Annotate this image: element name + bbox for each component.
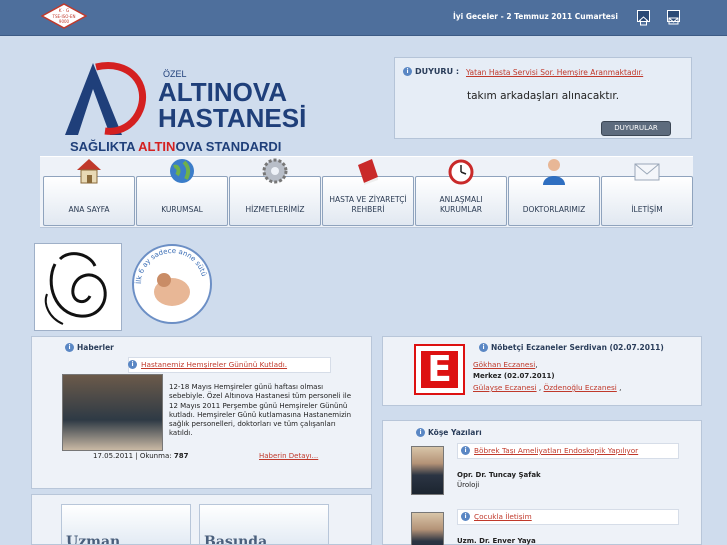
- announcement-box: i DUYURU : Yatan Hasta Servisi Sor. Hemşi…: [394, 57, 692, 139]
- announcement-label: i DUYURU :: [403, 67, 459, 76]
- promo-uzman[interactable]: Uzman: [61, 504, 191, 545]
- news-title: i Haberler: [65, 343, 114, 352]
- nav-label: İLETİŞİM: [631, 205, 663, 214]
- nav-label: HASTA VE ZİYARETÇİ REHBERİ: [329, 195, 407, 214]
- separator: ,: [536, 383, 544, 392]
- announcement-link[interactable]: Yatan Hasta Servisi Sor. Hemşire Aranmak…: [466, 68, 643, 77]
- mail-icon[interactable]: [667, 10, 680, 25]
- book-icon: [354, 157, 382, 185]
- column-link-2[interactable]: Çocukla İletişim: [474, 512, 532, 521]
- announcement-text: takım arkadaşları alınacaktır.: [467, 90, 620, 102]
- nav-label: KURUMSAL: [161, 205, 203, 214]
- announcements-button[interactable]: DUYURULAR: [601, 121, 671, 136]
- news-meta: 17.05.2011 | Okunma: 787: [93, 452, 189, 460]
- nav-item-1[interactable]: ANA SAYFA: [43, 159, 135, 226]
- nav-item-6[interactable]: DOKTORLARIMIZ: [508, 159, 600, 226]
- nav-item-5[interactable]: ANLAŞMALI KURUMLAR: [415, 159, 507, 226]
- nav-label: ANLAŞMALI KURUMLAR: [439, 195, 483, 214]
- clock-icon: [447, 157, 475, 185]
- info-icon: i: [416, 428, 425, 437]
- doctor-photo-2[interactable]: [411, 512, 444, 545]
- envelope-icon: [633, 157, 661, 185]
- breastfeeding-badge[interactable]: İlk 6 ay sadece anne sütü: [132, 244, 212, 324]
- gear-icon: [261, 157, 289, 185]
- doctor-icon: [540, 157, 568, 185]
- info-icon: i: [128, 360, 137, 369]
- separator: ,: [616, 383, 622, 392]
- nav-label: DOKTORLARIMIZ: [522, 205, 586, 214]
- pharmacy-row-1: Gökhan Eczanesi,: [473, 360, 538, 369]
- pharmacy-title: i Nöbetçi Eczaneler Serdivan (02.07.2011): [479, 343, 664, 352]
- tse-certificate-logo: K · G TSE-ISO-EN 9000: [41, 3, 87, 29]
- doctor-name-2: Uzm. Dr. Enver Yaya: [457, 537, 536, 545]
- pharmacy-logo: E: [414, 344, 465, 395]
- home-icon[interactable]: [637, 10, 650, 26]
- hospital-logo[interactable]: ÖZEL ALTINOVA HASTANESİ SAĞLIKTA ALTINOV…: [60, 55, 320, 155]
- nav-item-4[interactable]: HASTA VE ZİYARETÇİ REHBERİ: [322, 159, 414, 226]
- info-icon: i: [461, 446, 470, 455]
- home-icon: [75, 157, 103, 185]
- info-icon: i: [479, 343, 488, 352]
- info-icon: i: [461, 512, 470, 521]
- nav-item-7[interactable]: İLETİŞİM: [601, 163, 693, 226]
- pharmacy-row-2: Gülayşe Eczanesi , Özdenoğlu Eczanesi ,: [473, 383, 621, 392]
- pharmacy-link-gulayse[interactable]: Gülayşe Eczanesi: [473, 383, 537, 392]
- nav-label: HİZMETLERİMİZ: [245, 205, 305, 214]
- nav-label: ANA SAYFA: [68, 205, 110, 214]
- globe-icon: [168, 157, 196, 185]
- news-photo[interactable]: [62, 374, 163, 451]
- svg-text:SAĞLIKTA ALTINOVA STANDARDI: SAĞLIKTA ALTINOVA STANDARDI: [70, 139, 281, 154]
- news-headline-link[interactable]: Hastanemiz Hemşireler Gününü Kutladı.: [141, 360, 287, 369]
- nav-item-2[interactable]: KURUMSAL: [136, 159, 228, 226]
- nav-item-3[interactable]: HİZMETLERİMİZ: [229, 158, 321, 226]
- news-detail-link[interactable]: Haberin Detayı...: [259, 452, 318, 460]
- pharmacy-link-gokhan[interactable]: Gökhan Eczanesi: [473, 360, 535, 369]
- separator: ,: [535, 360, 538, 369]
- doctor-name-1: Opr. Dr. Tuncay Şafak: [457, 471, 541, 479]
- promo-basinda[interactable]: Başında: [199, 504, 329, 545]
- info-icon: i: [65, 343, 74, 352]
- top-bar: K · G TSE-ISO-EN 9000 İyi Geceler - 2 Te…: [0, 0, 727, 36]
- greeting-date: İyi Geceler - 2 Temmuz 2011 Cumartesi: [453, 12, 618, 21]
- column-link-1[interactable]: Böbrek Taşı Ameliyatları Endoskopik Yapı…: [474, 446, 638, 455]
- columns-title: i Köşe Yazıları: [416, 428, 482, 437]
- svg-text:9000: 9000: [59, 19, 70, 24]
- svg-text:HASTANESİ: HASTANESİ: [158, 103, 306, 133]
- doctor-spec-1: Üroloji: [457, 481, 480, 489]
- info-icon: i: [403, 67, 412, 76]
- pharmacy-link-ozdenoglu[interactable]: Özdenoğlu Eczanesi: [544, 383, 617, 392]
- pharmacy-merkez-label: Merkez (02.07.2011): [473, 372, 555, 380]
- breastfeeding-illustration[interactable]: [34, 243, 122, 331]
- doctor-photo-1[interactable]: [411, 446, 444, 495]
- news-body: 12-18 Mayıs Hemşireler günü haftası olma…: [169, 383, 352, 438]
